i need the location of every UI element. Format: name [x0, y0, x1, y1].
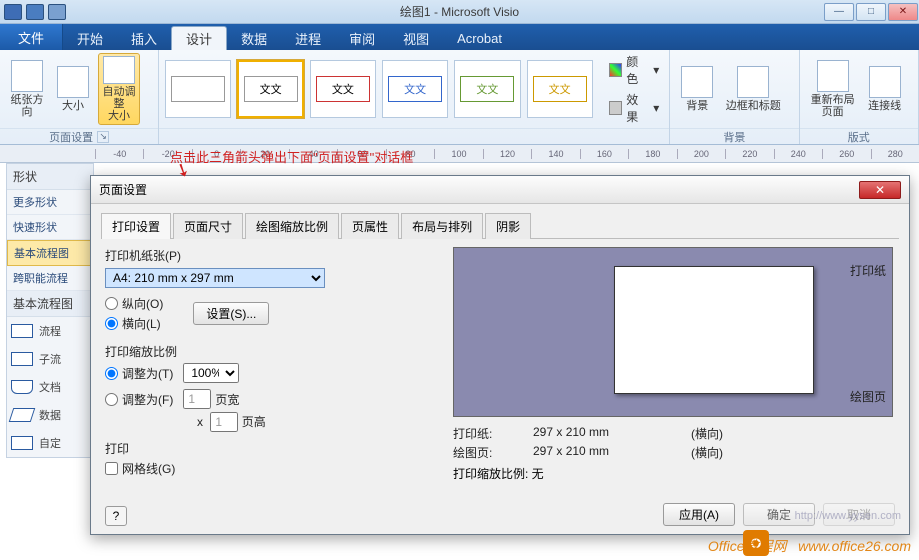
info-drawing-value: 297 x 210 mm — [533, 444, 663, 461]
shape-process[interactable]: 流程 — [7, 317, 93, 345]
annotation-text: 点击此三角箭头弹出下面"页面设置"对话框 — [170, 147, 413, 166]
size-button[interactable]: 大小 — [52, 53, 94, 125]
group-label-bg: 背景 — [670, 128, 798, 144]
landscape-radio[interactable]: 横向(L) — [105, 315, 163, 332]
info-drawing-orient: (横向) — [663, 444, 723, 461]
shapes-basic-flow[interactable]: 基本流程图 — [7, 240, 93, 266]
border-title-button[interactable]: 边框和标题 — [722, 53, 784, 125]
group-label-pagesetup: 页面设置 — [49, 129, 93, 145]
watermark: Office教程网 www.office26.com — [708, 536, 911, 556]
tab-review[interactable]: 审阅 — [335, 26, 389, 50]
colors-icon — [609, 63, 622, 77]
dlg-tab-pagesize[interactable]: 页面尺寸 — [173, 213, 243, 239]
settings-button[interactable]: 设置(S)... — [193, 302, 269, 325]
border-icon — [737, 66, 769, 98]
dlg-tab-props[interactable]: 页属性 — [341, 213, 399, 239]
dialog-close-button[interactable]: ✕ — [859, 181, 901, 199]
dlg-tab-scale[interactable]: 绘图缩放比例 — [245, 213, 339, 239]
qat-undo-icon[interactable] — [48, 4, 66, 20]
tab-home[interactable]: 开始 — [63, 26, 117, 50]
shapes-title: 形状 — [7, 164, 93, 190]
autofit-button[interactable]: 自动调整 大小 — [98, 53, 140, 125]
app-icon — [4, 4, 22, 20]
portrait-radio[interactable]: 纵向(O) — [105, 295, 163, 312]
shapes-quick[interactable]: 快速形状 — [7, 215, 93, 240]
connectors-icon — [869, 66, 901, 98]
autofit-icon — [103, 56, 135, 84]
preview-drawing-label: 绘图页 — [850, 388, 886, 405]
tab-data[interactable]: 数据 — [227, 26, 281, 50]
help-button[interactable]: ? — [105, 506, 127, 526]
orientation-button[interactable]: 纸张方向 — [6, 53, 48, 125]
shape-data[interactable]: 数据 — [7, 401, 93, 429]
pages-tall-input[interactable] — [210, 412, 238, 432]
tab-view[interactable]: 视图 — [389, 26, 443, 50]
tab-insert[interactable]: 插入 — [117, 26, 171, 50]
effects-icon — [609, 101, 622, 115]
pagesetup-launcher-icon[interactable]: ↘ — [97, 131, 109, 143]
dialog-title: 页面设置 — [99, 181, 147, 198]
minimize-button[interactable]: — — [824, 3, 854, 21]
zoom-pct-select[interactable]: 100% — [183, 363, 239, 383]
orientation-icon — [11, 60, 43, 92]
info-zoom: 打印缩放比例: 无 — [453, 465, 895, 482]
tab-process[interactable]: 进程 — [281, 26, 335, 50]
shapes-pane: 形状 更多形状 快速形状 基本流程图 跨职能流程 基本流程图 流程 子流 文档 … — [6, 163, 94, 458]
tab-design[interactable]: 设计 — [171, 26, 227, 50]
theme-thumb-6[interactable]: 文文 — [527, 60, 593, 118]
dlg-tab-print[interactable]: 打印设置 — [101, 213, 171, 239]
section-print-label: 打印 — [105, 440, 435, 457]
dlg-tab-shadow[interactable]: 阴影 — [485, 213, 531, 239]
group-label-themes — [159, 128, 669, 144]
page-setup-dialog: 页面设置 ✕ 打印设置 页面尺寸 绘图缩放比例 页属性 布局与排列 阴影 打印机… — [90, 175, 910, 535]
page-preview: 打印纸 绘图页 — [453, 247, 893, 417]
dlg-tab-layout[interactable]: 布局与排列 — [401, 213, 483, 239]
shapes-more[interactable]: 更多形状 — [7, 190, 93, 215]
theme-effects-button[interactable]: 效果 ▾ — [605, 90, 663, 126]
theme-thumb-2[interactable]: 文文 — [237, 60, 303, 118]
preview-page-icon — [614, 266, 814, 394]
shape-document[interactable]: 文档 — [7, 373, 93, 401]
theme-thumb-5[interactable]: 文文 — [454, 60, 520, 118]
maximize-button[interactable]: □ — [856, 3, 886, 21]
info-paper-value: 297 x 210 mm — [533, 425, 663, 442]
pages-wide-input[interactable] — [183, 389, 211, 409]
info-paper-label: 打印纸: — [453, 425, 533, 442]
info-paper-orient: (横向) — [663, 425, 723, 442]
theme-thumb-1[interactable] — [165, 60, 231, 118]
shape-custom[interactable]: 自定 — [7, 429, 93, 457]
horizontal-ruler: -40-200204060801001201401601802002202402… — [0, 145, 919, 163]
adjust-pages-radio[interactable]: 调整为(F) 页宽 — [105, 389, 435, 409]
shape-subprocess[interactable]: 子流 — [7, 345, 93, 373]
section-paper-label: 打印机纸张(P) — [105, 247, 435, 264]
tab-file[interactable]: 文件 — [0, 24, 63, 50]
shapes-section2: 基本流程图 — [7, 291, 93, 317]
apply-button[interactable]: 应用(A) — [663, 503, 735, 526]
info-drawing-label: 绘图页: — [453, 444, 533, 461]
qat-save-icon[interactable] — [26, 4, 44, 20]
section-zoom-label: 打印缩放比例 — [105, 343, 435, 360]
adjust-to-radio[interactable]: 调整为(T) 100% — [105, 363, 435, 383]
close-button[interactable]: ✕ — [888, 3, 918, 21]
group-label-layout: 版式 — [800, 128, 918, 144]
relayout-icon — [817, 60, 849, 92]
theme-thumb-4[interactable]: 文文 — [382, 60, 448, 118]
relayout-button[interactable]: 重新布局 页面 — [806, 53, 860, 125]
size-icon — [57, 66, 89, 98]
window-title: 绘图1 - Microsoft Visio — [400, 3, 519, 20]
watermark-2: http://www.yysen.com — [795, 510, 901, 522]
preview-paper-label: 打印纸 — [850, 262, 886, 279]
background-button[interactable]: 背景 — [676, 53, 718, 125]
tab-acrobat[interactable]: Acrobat — [443, 26, 516, 50]
theme-colors-button[interactable]: 颜色 ▾ — [605, 52, 663, 88]
gridlines-checkbox[interactable]: 网格线(G) — [105, 460, 435, 477]
theme-thumb-3[interactable]: 文文 — [310, 60, 376, 118]
background-icon — [681, 66, 713, 98]
paper-size-select[interactable]: A4: 210 mm x 297 mm — [105, 268, 325, 288]
connectors-button[interactable]: 连接线 — [864, 53, 906, 125]
shapes-cross-func[interactable]: 跨职能流程 — [7, 266, 93, 291]
